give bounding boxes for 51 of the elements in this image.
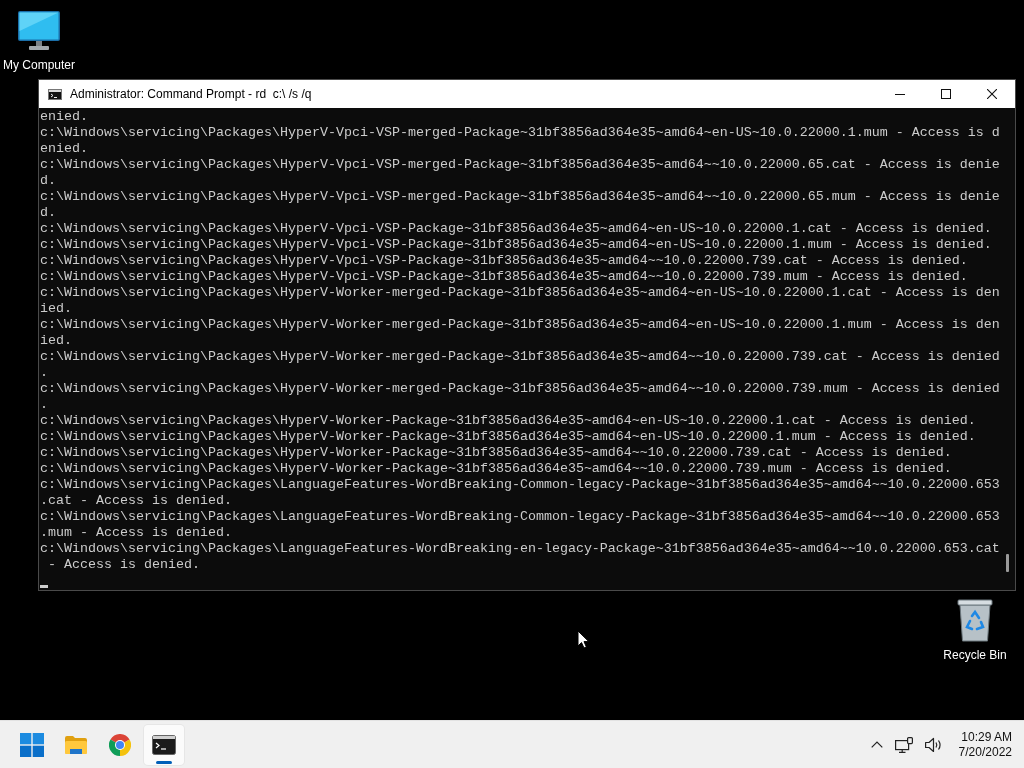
close-icon (987, 89, 997, 99)
console-line: c:\Windows\servicing\Packages\HyperV-Vpci-VSP-Package~31bf3856ad364e35~amd64~~10.0.22000.739.mum - Access is denied. (40, 269, 968, 285)
network-icon[interactable] (894, 736, 913, 753)
clock-date[interactable]: 7/20/2022 (958, 744, 1012, 760)
console-line: - Access is denied. (47, 557, 200, 573)
console-line: .cat - Access is denied. (40, 493, 232, 509)
maximize-icon (941, 89, 951, 99)
speaker-icon[interactable] (924, 736, 943, 753)
console-line: c:\Windows\servicing\Packages\HyperV-Vpci-VSP-Package~31bf3856ad364e35~amd64~en-US~10.0.22000.1.mum - Access is denied. (40, 237, 992, 253)
mouse-pointer-icon (577, 630, 590, 649)
console-line: . (40, 397, 48, 413)
console-line: c:\Windows\servicing\Packages\HyperV-Vpci-VSP-merged-Package~31bf3856ad364e35~amd64~en-US~10.0.22000.1.mum - Access is d (40, 125, 1000, 141)
console-line: ied. (40, 301, 72, 317)
monitor-icon[interactable] (18, 11, 60, 50)
console-line: c:\Windows\servicing\Packages\HyperV-Vpci-VSP-Package~31bf3856ad364e35~amd64~en-US~10.0.22000.1.cat - Access is denied. (40, 221, 992, 237)
active-indicator (156, 760, 172, 764)
console-line: c:\Windows\servicing\Packages\LanguageFeatures-WordBreaking-Common-legacy-Package~31bf3856ad364e35~amd64~~10.0.22000.653 (40, 509, 1000, 525)
console-line: c:\Windows\servicing\Packages\HyperV-Worker-merged-Package~31bf3856ad364e35~amd64~en-US~10.0.22000.1.mum - Access is den (40, 317, 1000, 333)
console-line: .mum - Access is denied. (40, 525, 232, 541)
console-line: ied. (40, 333, 72, 349)
console-line: c:\Windows\servicing\Packages\LanguageFeatures-WordBreaking-Common-legacy-Package~31bf3856ad364e35~amd64~~10.0.22000.653 (40, 477, 1000, 493)
console-line: c:\Windows\servicing\Packages\HyperV-Worker-merged-Package~31bf3856ad364e35~amd64~en-US~10.0.22000.1.cat - Access is den (40, 285, 1000, 301)
console-line: enied. (40, 141, 88, 157)
console-line: . (40, 365, 48, 381)
console-line: c:\Windows\servicing\Packages\HyperV-Vpci-VSP-Package~31bf3856ad364e35~amd64~~10.0.22000.739.cat - Access is denied. (40, 253, 968, 269)
clock-time[interactable]: 10:29 AM (961, 729, 1012, 745)
console-line: c:\Windows\servicing\Packages\HyperV-Vpci-VSP-merged-Package~31bf3856ad364e35~amd64~~10.0.22000.65.cat - Access is denie (40, 157, 1000, 173)
folder-icon (64, 734, 88, 755)
console-line: enied. (40, 109, 88, 125)
scrollbar-thumb[interactable] (1006, 554, 1009, 572)
recycle-bin-icon[interactable] (957, 598, 993, 642)
window-title: Administrator: Command Prompt - rd c:\ /s /q (70, 87, 312, 101)
console-line: c:\Windows\servicing\Packages\HyperV-Worker-Package~31bf3856ad364e35~amd64~~10.0.22000.739.cat - Access is denied. (40, 445, 952, 461)
minimize-icon (895, 93, 905, 95)
tricolor-circle-icon (109, 733, 131, 756)
console-line: c:\Windows\servicing\Packages\HyperV-Vpci-VSP-merged-Package~31bf3856ad364e35~amd64~~10.0.22000.65.mum - Access is denie (40, 189, 1000, 205)
taskbar-button[interactable] (144, 724, 184, 765)
console-app-icon (48, 88, 62, 100)
console-line: c:\Windows\servicing\Packages\HyperV-Worker-Package~31bf3856ad364e35~amd64~~10.0.22000.739.mum - Access is denied. (40, 461, 952, 477)
shortcut-label[interactable]: Recycle Bin (943, 648, 1007, 662)
console-line: c:\Windows\servicing\Packages\HyperV-Worker-Package~31bf3856ad364e35~amd64~en-US~10.0.22000.1.cat - Access is denied. (40, 413, 976, 429)
chevron-up-icon[interactable] (870, 741, 883, 748)
console-line: c:\Windows\servicing\Packages\HyperV-Worker-merged-Package~31bf3856ad364e35~amd64~~10.0.22000.739.mum - Access is denied (40, 381, 1000, 397)
console-line: d. (40, 173, 56, 189)
console-line: d. (40, 205, 56, 221)
console-line: c:\Windows\servicing\Packages\HyperV-Worker-merged-Package~31bf3856ad364e35~amd64~~10.0.22000.739.cat - Access is denied (40, 349, 1000, 365)
terminal-icon (152, 734, 176, 755)
console-line: c:\Windows\servicing\Packages\LanguageFeatures-WordBreaking-en-legacy-Package~31bf3856ad364e35~amd64~~10.0.22000.653.cat (40, 541, 1000, 557)
console-line: c:\Windows\servicing\Packages\HyperV-Worker-Package~31bf3856ad364e35~amd64~en-US~10.0.22000.1.mum - Access is denied. (40, 429, 976, 445)
four-squares-icon (20, 732, 44, 757)
shortcut-label[interactable]: My Computer (3, 58, 75, 72)
